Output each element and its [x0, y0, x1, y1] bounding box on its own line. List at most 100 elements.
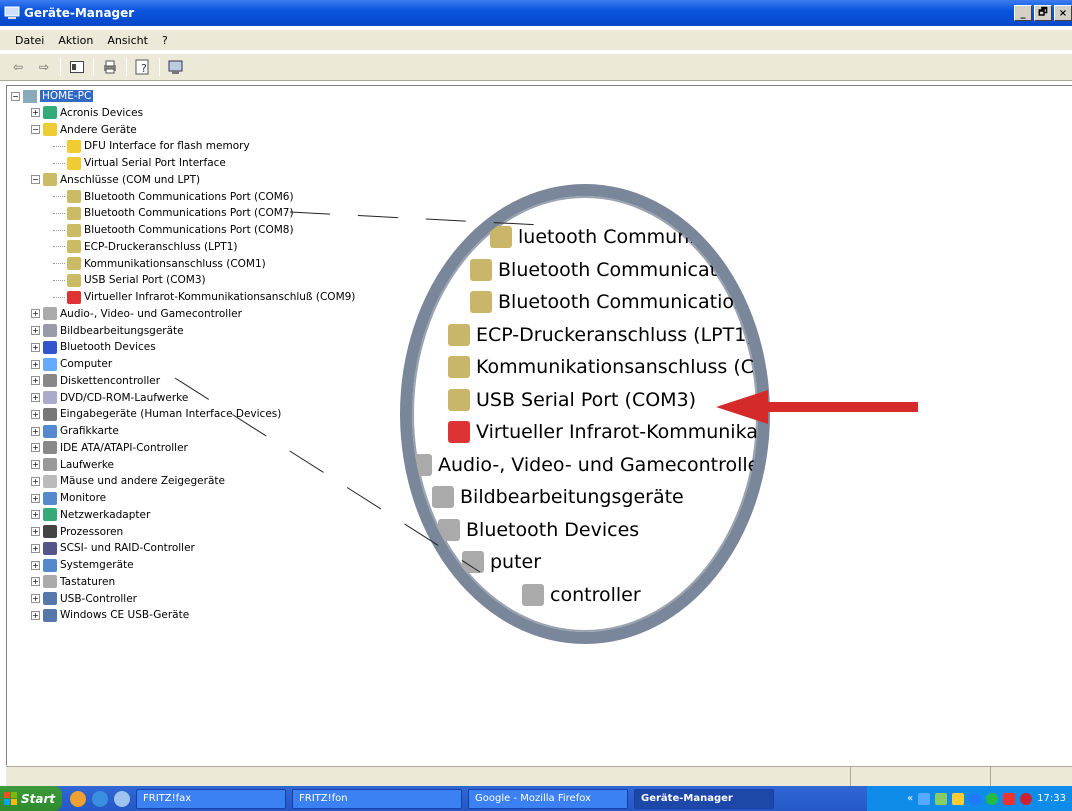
device-icon	[67, 290, 81, 304]
tree-item[interactable]: + Netzwerkadapter	[31, 507, 150, 523]
tree-item[interactable]: + Acronis Devices	[31, 105, 143, 121]
expand-icon[interactable]: +	[31, 560, 40, 570]
start-button[interactable]: Start	[0, 786, 62, 811]
tree-item[interactable]: Kommunikationsanschluss (COM1)	[53, 256, 266, 272]
antivirus-icon[interactable]	[1003, 792, 1016, 805]
expand-icon[interactable]: +	[31, 376, 40, 386]
menu-help[interactable]: ?	[155, 34, 175, 47]
status-icon[interactable]	[986, 792, 999, 805]
tree-item[interactable]: Bluetooth Communications Port (COM8)	[53, 222, 294, 238]
expand-icon[interactable]: +	[31, 443, 40, 453]
device-icon	[43, 575, 57, 589]
tree-item[interactable]: + Prozessoren	[31, 524, 123, 540]
tree-item[interactable]: + Audio-, Video- und Gamecontroller	[31, 306, 242, 322]
device-icon	[43, 340, 57, 354]
collapse-icon[interactable]: −	[31, 175, 40, 185]
expand-icon[interactable]: +	[31, 309, 40, 319]
tree-item[interactable]: + Monitore	[31, 490, 106, 506]
tree-item[interactable]: + DVD/CD-ROM-Laufwerke	[31, 390, 188, 406]
task-fritzfax[interactable]: FRITZ!fax	[136, 788, 286, 809]
expand-icon[interactable]: +	[31, 476, 40, 486]
maximize-button[interactable]: 🗗	[1034, 5, 1052, 21]
tree-item[interactable]: DFU Interface for flash memory	[53, 138, 250, 154]
expand-icon[interactable]: +	[31, 510, 40, 520]
magnified-row: Bildbearbeitungsgeräte	[432, 486, 684, 508]
shield-icon[interactable]	[1020, 792, 1033, 805]
magnified-port-icon	[462, 551, 484, 573]
tree-item-label: Tastaturen	[60, 575, 116, 588]
thunderbird-icon[interactable]	[92, 790, 108, 807]
back-arrow-icon[interactable]: ⇦	[8, 57, 28, 77]
device-icon	[43, 474, 57, 488]
collapse-icon[interactable]: −	[11, 91, 20, 101]
tree-item[interactable]: + IDE ATA/ATAPI-Controller	[31, 440, 188, 456]
expand-icon[interactable]: +	[31, 610, 40, 620]
expand-icon[interactable]: +	[31, 409, 40, 419]
tree-item[interactable]: + Bluetooth Devices	[31, 339, 156, 355]
close-button[interactable]: ×	[1054, 5, 1072, 21]
device-icon	[43, 458, 57, 471]
printer-tray-icon[interactable]	[935, 792, 948, 805]
menu-aktion[interactable]: Aktion	[51, 34, 100, 47]
tree-item[interactable]: Virtueller Infrarot-Kommunikationsanschl…	[53, 289, 355, 305]
tree-item[interactable]: − Andere Geräte	[31, 122, 137, 138]
task-label: FRITZ!fax	[143, 793, 192, 804]
tree-item[interactable]: + Grafikkarte	[31, 423, 119, 439]
tree-item[interactable]: Virtual Serial Port Interface	[53, 155, 226, 171]
expand-icon[interactable]: +	[31, 460, 40, 469]
tree-root[interactable]: − HOME-PC	[11, 88, 94, 104]
tree-item[interactable]: + SCSI- und RAID-Controller	[31, 540, 195, 556]
tree-item[interactable]: USB Serial Port (COM3)	[53, 272, 206, 288]
expand-icon[interactable]: +	[31, 108, 40, 118]
tree-item[interactable]: + Windows CE USB-Geräte	[31, 607, 189, 623]
firefox-icon[interactable]	[70, 790, 86, 807]
tree-item-label: Virtueller Infrarot-Kommunikationsanschl…	[84, 291, 356, 303]
tree-item[interactable]: + Laufwerke	[31, 457, 114, 473]
menu-datei[interactable]: Datei	[8, 34, 51, 47]
expand-icon[interactable]: +	[31, 326, 40, 335]
printer-icon[interactable]	[100, 57, 120, 77]
tree-item[interactable]: + Mäuse und andere Zeigegeräte	[31, 473, 225, 489]
tree-item[interactable]: Bluetooth Communications Port (COM6)	[53, 189, 294, 205]
tree-item-label: DFU Interface for flash memory	[84, 140, 250, 153]
tree-item-label: Prozessoren	[60, 525, 124, 538]
minimize-button[interactable]: _	[1014, 5, 1032, 21]
tree-item[interactable]: + USB-Controller	[31, 591, 137, 607]
expand-icon[interactable]: +	[31, 393, 40, 402]
browser-icon[interactable]	[114, 790, 130, 807]
tree-item[interactable]: + Computer	[31, 356, 112, 372]
tree-item[interactable]: + Eingabegeräte (Human Interface Devices)	[31, 406, 281, 422]
tree-item[interactable]: − Anschlüsse (COM und LPT)	[31, 172, 200, 188]
tree-item[interactable]: + Systemgeräte	[31, 557, 134, 573]
task-geraete-manager[interactable]: Geräte-Manager	[634, 788, 774, 809]
expand-icon[interactable]: +	[31, 359, 40, 369]
expand-icon[interactable]: +	[31, 426, 40, 436]
properties-icon[interactable]: ?	[133, 57, 153, 77]
expand-icon[interactable]: +	[31, 493, 40, 503]
network-icon[interactable]	[918, 792, 931, 805]
scan-hardware-icon[interactable]	[166, 57, 186, 77]
expand-icon[interactable]: +	[31, 577, 40, 587]
menu-ansicht[interactable]: Ansicht	[100, 34, 155, 47]
view-icon[interactable]	[67, 57, 87, 77]
bluetooth-icon[interactable]	[969, 792, 982, 805]
expand-icon[interactable]: +	[31, 342, 40, 352]
tool-icon[interactable]	[952, 792, 965, 805]
collapse-icon[interactable]: −	[31, 125, 40, 134]
tree-item[interactable]: + Diskettencontroller	[31, 373, 160, 389]
forward-arrow-icon[interactable]: ⇨	[34, 57, 54, 77]
tree-item[interactable]: ECP-Druckeranschluss (LPT1)	[53, 239, 237, 255]
task-fritzfon[interactable]: FRITZ!fon	[292, 788, 462, 809]
tree-item-label: Bluetooth Devices	[60, 341, 156, 354]
task-firefox[interactable]: Google - Mozilla Firefox	[468, 788, 628, 809]
tree-item[interactable]: + Tastaturen	[31, 574, 115, 590]
expand-icon[interactable]: +	[31, 543, 40, 553]
device-icon	[67, 257, 81, 270]
tree-item[interactable]: Bluetooth Communications Port (COM7)	[53, 205, 294, 221]
tree-item[interactable]: + Bildbearbeitungsgeräte	[31, 323, 184, 339]
windows-logo-icon	[4, 791, 17, 805]
expand-icon[interactable]: +	[31, 594, 40, 603]
task-label: FRITZ!fon	[299, 793, 348, 804]
tray-expand-icon[interactable]: «	[907, 793, 913, 804]
expand-icon[interactable]: +	[31, 527, 40, 536]
